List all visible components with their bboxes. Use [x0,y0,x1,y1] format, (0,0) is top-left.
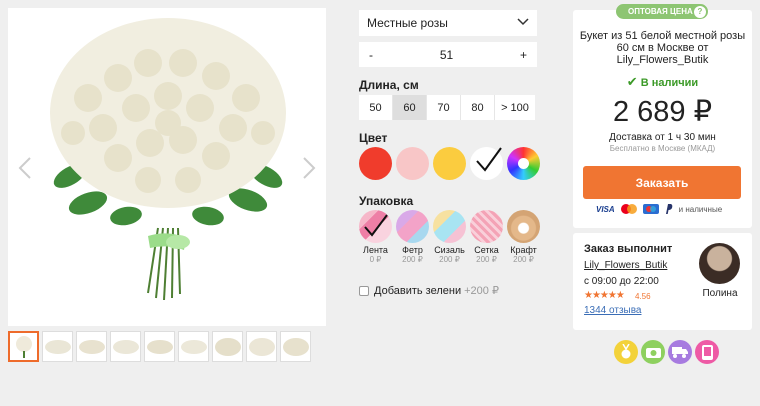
thumbnail-4[interactable] [110,331,141,362]
maestro-icon [642,204,659,214]
order-panel: Букет из 51 белой местной розы 60 см в М… [573,10,752,228]
checkmark-icon: ✔ [626,74,638,89]
add-greens-option[interactable]: Добавить зелени +200 ₽ [359,284,499,297]
thumbnail-8[interactable] [246,331,277,362]
packaging-name: Сетка [474,245,499,255]
paypal-icon [665,204,673,214]
thumbnail-strip [8,331,311,362]
color-swatch-yellow[interactable] [433,147,466,180]
mastercard-icon [620,204,637,214]
seller-reviews-link[interactable]: 1344 отзыва [584,305,641,316]
color-swatch-red[interactable] [359,147,392,180]
phone-icon[interactable] [695,340,719,364]
ribbon-image [359,210,392,243]
product-title: Букет из 51 белой местной розы 60 см в М… [579,30,746,66]
visa-icon: VISA [596,204,615,214]
mesh-image [470,210,503,243]
next-photo-arrow-icon[interactable] [302,156,316,180]
seller-hours: с 09:00 до 22:00 [584,276,659,287]
quantity-stepper: - 51 + [359,42,537,67]
bouquet-image [50,18,286,301]
florist-name: Полина [702,288,738,299]
product-price: 2 689 ₽ [612,96,713,128]
chevron-down-icon [517,18,529,26]
prev-photo-arrow-icon[interactable] [18,156,32,180]
add-greens-price: +200 ₽ [464,285,499,297]
length-options: 50 60 70 80 > 100 [359,95,535,120]
delivery-icon[interactable] [668,340,692,364]
length-option-100-plus[interactable]: > 100 [495,95,535,120]
camera-icon[interactable] [641,340,665,364]
thumbnail-2[interactable] [42,331,73,362]
variety-select-value: Местные розы [367,16,448,30]
color-options [359,147,540,180]
thumbnail-3[interactable] [76,331,107,362]
packaging-option-felt[interactable]: Фетр 200 ₽ [396,210,429,264]
packaging-option-mesh[interactable]: Сетка 200 ₽ [470,210,503,264]
order-button[interactable]: Заказать [583,166,741,199]
color-swatch-white[interactable] [470,147,503,180]
packaging-name: Фетр [402,245,423,255]
packaging-price: 200 ₽ [439,255,460,264]
length-option-60[interactable]: 60 [393,95,427,120]
kraft-image [507,210,540,243]
color-swatch-pink[interactable] [396,147,429,180]
seller-name-link[interactable]: Lily_Flowers_Butik [584,260,667,271]
add-greens-label: Добавить зелени [374,284,462,297]
length-option-50[interactable]: 50 [359,95,393,120]
packaging-price: 0 ₽ [369,255,382,264]
quantity-plus-button[interactable]: + [520,48,527,62]
seller-card: Заказ выполнит Lily_Flowers_Butik с 09:0… [573,233,752,330]
length-label: Длина, см [359,78,419,92]
stock-label: В наличии [640,77,699,89]
packaging-name: Сизаль [434,245,465,255]
help-icon[interactable]: ? [694,5,706,18]
felt-image [396,210,429,243]
packaging-option-ribbon[interactable]: Лента 0 ₽ [359,210,392,264]
seller-heading: Заказ выполнит [584,243,673,255]
seller-rating: 4.56 [635,292,651,301]
packaging-options: Лента 0 ₽ Фетр 200 ₽ Сизаль 200 ₽ Сетка … [359,210,540,264]
add-greens-checkbox[interactable] [359,285,369,296]
sisal-image [433,210,466,243]
checkmark-icon [476,147,502,172]
thumbnail-1[interactable] [8,331,39,362]
packaging-price: 200 ₽ [513,255,534,264]
wholesale-price-label: ОПТОВАЯ ЦЕНА [628,7,693,16]
color-swatch-multicolor[interactable] [507,147,540,180]
packaging-name: Крафт [510,245,537,255]
packaging-option-sisal[interactable]: Сизаль 200 ₽ [433,210,466,264]
cash-label: и наличные [678,204,723,214]
wholesale-price-badge: ОПТОВАЯ ЦЕНА ? [616,4,708,19]
packaging-option-kraft[interactable]: Крафт 200 ₽ [507,210,540,264]
color-label: Цвет [359,131,388,145]
star-rating-icon: ★★★★★ [584,290,625,301]
length-option-80[interactable]: 80 [461,95,495,120]
medal-icon[interactable] [614,340,638,364]
quantity-value[interactable]: 51 [373,48,520,62]
delivery-note: Бесплатно в Москве (МКАД) [609,144,716,153]
thumbnail-5[interactable] [144,331,175,362]
thumbnail-6[interactable] [178,331,209,362]
stock-status: ✔ В наличии [573,74,752,90]
packaging-price: 200 ₽ [476,255,497,264]
length-option-70[interactable]: 70 [427,95,461,120]
avatar [699,243,740,284]
delivery-time: Доставка от 1 ч 30 мин [609,132,716,143]
thumbnail-7[interactable] [212,331,243,362]
thumbnail-9[interactable] [280,331,311,362]
packaging-label: Упаковка [359,194,414,208]
packaging-price: 200 ₽ [402,255,423,264]
checkmark-icon [364,214,388,237]
packaging-name: Лента [363,245,388,255]
variety-select[interactable]: Местные розы [359,10,537,36]
product-photo [8,8,326,326]
payment-methods: VISA и наличные [596,204,722,214]
achievement-badges [614,340,719,364]
